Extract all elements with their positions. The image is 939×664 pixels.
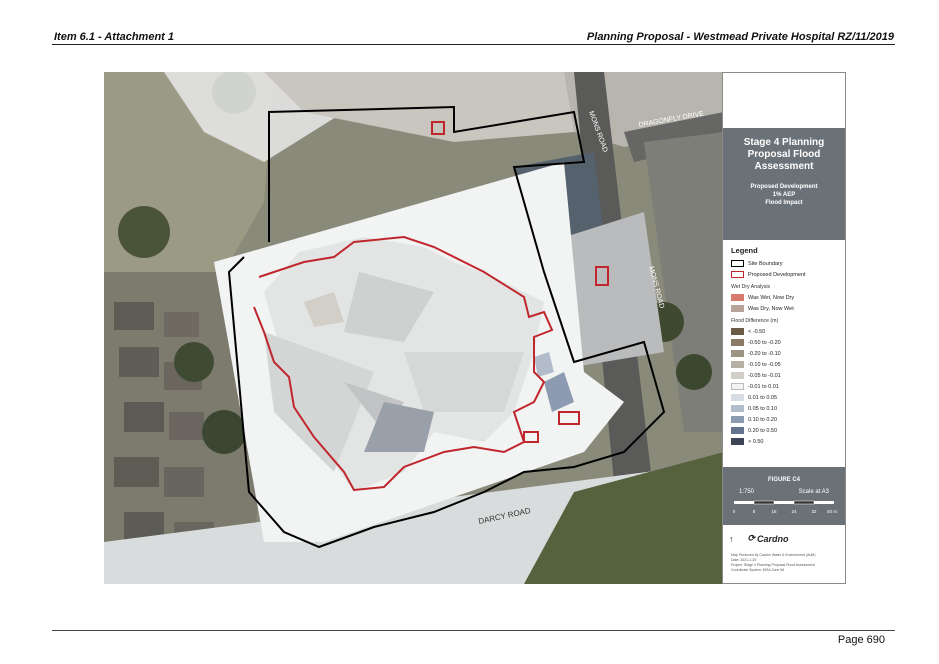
attachment-title: Item 6.1 - Attachment 1 — [54, 31, 175, 43]
cardno-logo: ↑ ⟳ Cardno — [729, 533, 789, 544]
figure-label: FIGURE C4 — [767, 477, 800, 483]
north-arrow-icon: ↑ — [729, 533, 734, 544]
subtitle-line: 1% AEP — [772, 192, 796, 198]
cardno-wordmark: Cardno — [757, 533, 789, 544]
aerial-flood-map: MONS ROAD DRAGONFLY DRIVE MONS ROAD DARC… — [104, 72, 724, 584]
flood-class: -0.50 to -0.20 — [731, 337, 837, 348]
flood-class: > 0.50 — [731, 436, 837, 447]
subtitle-line: Proposed Development — [750, 184, 818, 190]
legend-heading: Legend — [731, 246, 758, 255]
legend-item-dry-now-wet: Was Dry, Now Wet — [731, 303, 837, 314]
scale-row: 1:750 Scale at A3 — [723, 489, 845, 495]
flood-difference-heading: Flood Difference (m) — [731, 318, 779, 324]
flood-class: < -0.50 — [731, 326, 837, 337]
flood-class: -0.05 to -0.01 — [731, 370, 837, 381]
legend-item-wet-now-dry: Was Wet, Now Dry — [731, 292, 837, 303]
scale-tick: 24 — [791, 509, 797, 514]
legend-panel: Stage 4 Planning Proposal Flood Assessme… — [722, 72, 846, 584]
scale-at: Scale at A3 — [798, 489, 829, 495]
cardno-swoosh-icon: ⟳ — [747, 533, 756, 543]
flood-class: -0.20 to -0.10 — [731, 348, 837, 359]
document-title: Planning Proposal - Westmead Private Hos… — [586, 31, 894, 43]
page-number: Page 690 — [837, 634, 885, 646]
flood-class: -0.10 to -0.05 — [731, 359, 837, 370]
legend: Legend Site Boundary Proposed Developmen… — [723, 240, 845, 447]
scale-tick: 32 — [811, 509, 817, 514]
scale-tick: 40 m — [827, 509, 837, 514]
flood-class: 0.01 to 0.05 — [731, 392, 837, 403]
legend-item-proposed-development: Proposed Development — [731, 269, 837, 280]
scale-tick: 8 — [753, 509, 756, 514]
flood-class: 0.05 to 0.10 — [731, 403, 837, 414]
scale-ratio: 1:750 — [739, 489, 755, 495]
panel-subtitle: Proposed Development 1% AEP Flood Impact — [727, 183, 841, 207]
wetdry-heading: Wet Dry Analysis — [731, 284, 771, 290]
flood-class: 0.20 to 0.50 — [731, 425, 837, 436]
subtitle-line: Flood Impact — [765, 200, 803, 206]
legend-item-site-boundary: Site Boundary — [731, 258, 837, 269]
map-note: Coordinate System: MGA Zone 56 — [731, 568, 785, 572]
figure-block: FIGURE C4 1:750 Scale at A3 0 8 16 24 32… — [723, 467, 845, 525]
header-rule — [52, 44, 895, 45]
scale-tick: 0 — [733, 509, 736, 514]
map-notes: Map Produced by Cardno Water & Environme… — [731, 553, 839, 573]
footer-rule — [52, 630, 895, 631]
panel-title: Stage 4 Planning Proposal Flood Assessme… — [743, 137, 825, 172]
flood-class: 0.10 to 0.20 — [731, 414, 837, 425]
panel-title-block: Stage 4 Planning Proposal Flood Assessme… — [723, 128, 845, 240]
scale-tick: 16 — [771, 509, 777, 514]
map-canvas: MONS ROAD DRAGONFLY DRIVE MONS ROAD DARC… — [104, 72, 724, 584]
flood-class: -0.01 to 0.01 — [731, 381, 837, 392]
scale-bar: 0 8 16 24 32 40 m — [733, 500, 837, 514]
